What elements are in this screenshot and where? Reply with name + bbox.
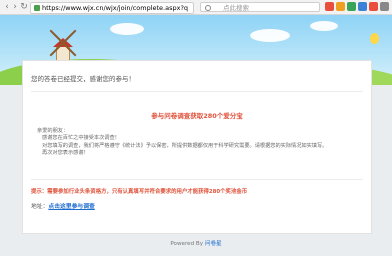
submit-notice: 您的答卷已经提交，感谢您的参与！ <box>31 75 135 83</box>
cloud-icon <box>110 23 144 35</box>
extension-icon[interactable] <box>347 2 356 11</box>
extension-icon[interactable] <box>325 2 334 11</box>
browser-toolbar: ‹ › ↻ https://www.wjx.cn/wjx/join/comple… <box>0 0 392 15</box>
extension-icons <box>325 1 389 13</box>
url-text: https://www.wjx.cn/wjx/join/complete.asp… <box>42 4 189 12</box>
menu-icon[interactable] <box>380 2 389 11</box>
brand-link[interactable]: 问卷星 <box>205 241 222 247</box>
divider <box>31 91 363 92</box>
cloud-icon <box>310 21 338 31</box>
cloud-icon <box>250 29 290 42</box>
divider <box>31 179 363 180</box>
completion-panel: 您的答卷已经提交，感谢您的参与！ 参与问卷调查获取280个爱分宝 亲爱的朋友： … <box>22 60 372 234</box>
address-label: 地址： <box>31 204 49 210</box>
survey-address: 地址：点击这里参与调查 <box>31 201 95 210</box>
survey-description: 亲爱的朋友： 感谢您在百忙之中接受本次调查！ 对您填写的调查，我们将严格遵守《统… <box>37 128 357 158</box>
activity-title: 参与问卷调查获取280个爱分宝 <box>151 112 243 120</box>
reload-icon[interactable]: ↻ <box>19 2 29 12</box>
lock-icon <box>34 5 40 11</box>
survey-link[interactable]: 点击这里参与调查 <box>48 204 94 210</box>
search-icon <box>205 5 211 11</box>
powered-by-text: Powered By <box>170 241 204 247</box>
extension-icon[interactable] <box>369 2 378 11</box>
desc-line: 再次对您表示感谢！ <box>42 150 89 157</box>
address-bar[interactable]: https://www.wjx.cn/wjx/join/complete.asp… <box>30 2 194 14</box>
reward-tip: 提示：需要参加行业头条资格方，只有认真填写并符合要求的用户才能获得280个奖池金… <box>31 189 248 195</box>
balloon-icon <box>370 33 379 44</box>
search-placeholder: 点此搜索 <box>223 4 249 12</box>
search-input[interactable]: 点此搜索 <box>200 2 320 12</box>
footer: Powered By 问卷星 <box>0 239 392 247</box>
extension-icon[interactable] <box>336 2 345 11</box>
desc-line: 感谢您在百忙之中接受本次调查！ <box>42 135 120 142</box>
extension-icon[interactable] <box>358 2 367 11</box>
